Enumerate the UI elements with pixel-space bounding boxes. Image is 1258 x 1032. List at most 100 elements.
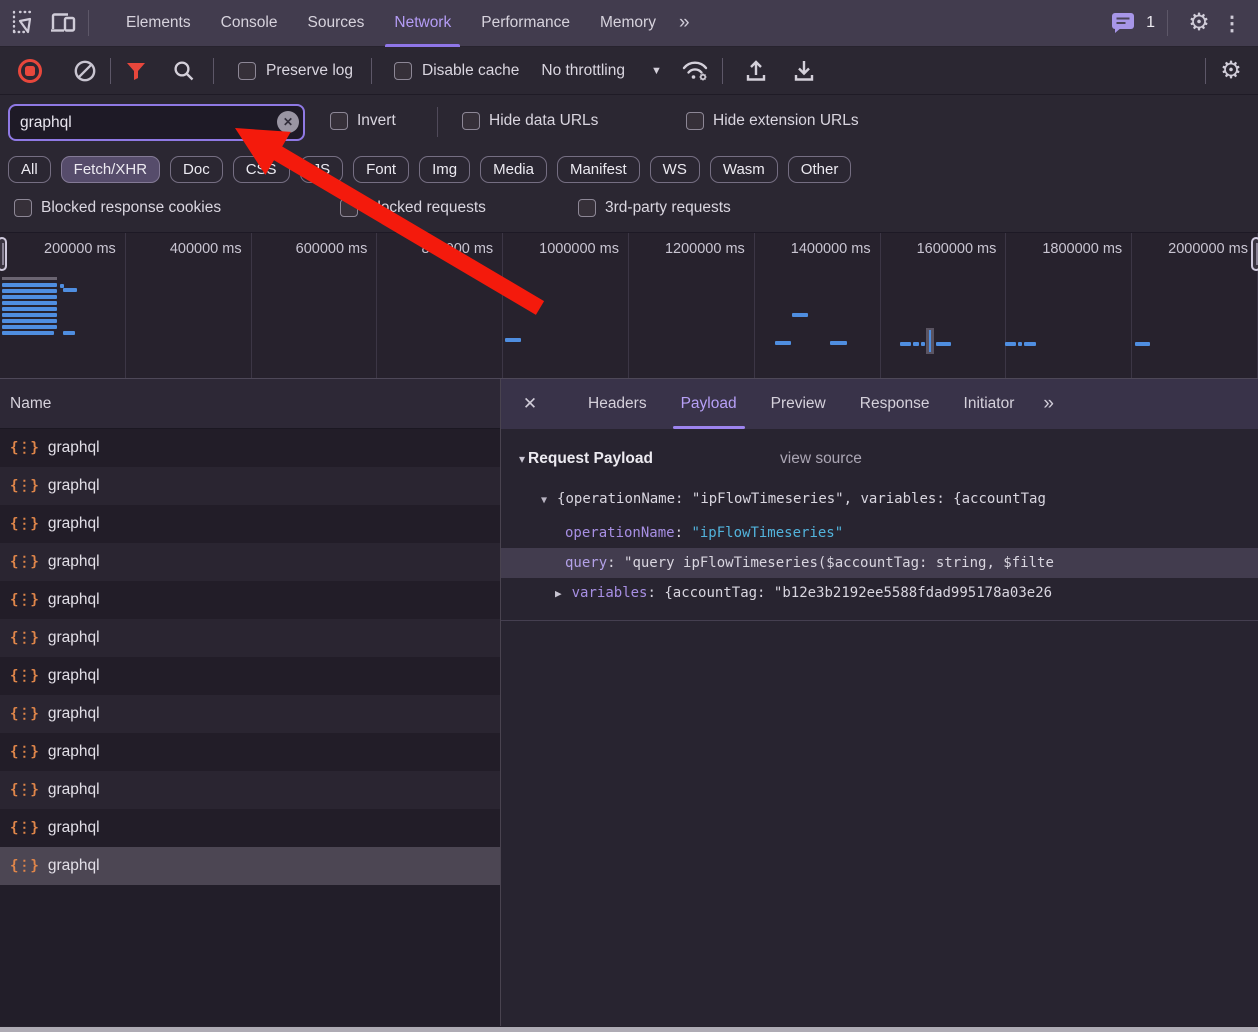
- main-tab[interactable]: Sources: [293, 0, 380, 47]
- divider: [722, 58, 723, 84]
- throttling-select[interactable]: No throttling: [541, 62, 625, 80]
- filter-row: ✕ Invert Hide data URLs Hide extension U…: [0, 95, 1258, 148]
- detail-tab[interactable]: Response: [860, 379, 930, 429]
- import-har-icon[interactable]: [787, 54, 821, 88]
- variables-line[interactable]: ▶variables: {accountTag: "b12e3b2192ee55…: [501, 579, 1258, 608]
- table-row[interactable]: {⋮} graphql: [0, 847, 500, 885]
- window-edge: [0, 1027, 1258, 1032]
- resource-chip[interactable]: Img: [419, 156, 470, 183]
- table-row[interactable]: {⋮} graphql: [0, 505, 500, 543]
- request-name: graphql: [48, 743, 100, 761]
- table-row[interactable]: {⋮} graphql: [0, 581, 500, 619]
- main-tab[interactable]: Network: [379, 0, 466, 47]
- request-name: graphql: [48, 629, 100, 647]
- payload-preview-line[interactable]: ▼{operationName: "ipFlowTimeseries", var…: [501, 485, 1258, 514]
- request-name: graphql: [48, 819, 100, 837]
- timeline-tick-label: 200000 ms: [0, 233, 126, 378]
- network-conditions-icon[interactable]: [678, 54, 712, 88]
- network-overview-timeline[interactable]: 200000 ms 400000 ms 600000 ms 800000 ms …: [0, 232, 1258, 379]
- resource-chip[interactable]: Media: [480, 156, 547, 183]
- detail-tab[interactable]: Preview: [771, 379, 826, 429]
- main-tab[interactable]: Memory: [585, 0, 671, 47]
- blocked-requests-checkbox[interactable]: [340, 199, 358, 217]
- close-icon[interactable]: ✕: [519, 394, 541, 414]
- resource-chip[interactable]: Fetch/XHR: [61, 156, 160, 183]
- settings-gear-icon[interactable]: ⚙: [1182, 6, 1216, 40]
- disable-cache-checkbox[interactable]: [394, 62, 412, 80]
- table-header[interactable]: Name: [0, 379, 500, 429]
- tree-expanded-icon[interactable]: ▼: [541, 495, 547, 506]
- main-tab-strip: Elements Console Sources Network Perform…: [111, 0, 671, 47]
- table-row[interactable]: {⋮} graphql: [0, 657, 500, 695]
- table-row[interactable]: {⋮} graphql: [0, 543, 500, 581]
- request-table-pane: Name {⋮} graphql {⋮} graphql {⋮} graphql: [0, 379, 501, 1026]
- hide-extension-urls-checkbox[interactable]: [686, 112, 704, 130]
- main-tab[interactable]: Elements: [111, 0, 206, 47]
- resource-chip[interactable]: Manifest: [557, 156, 640, 183]
- network-settings-gear-icon[interactable]: ⚙: [1214, 54, 1248, 88]
- resource-chip[interactable]: All: [8, 156, 51, 183]
- timeline-tick-label: 1800000 ms: [1006, 233, 1132, 378]
- resource-chip[interactable]: Font: [353, 156, 409, 183]
- section-expander-icon[interactable]: ▾: [519, 452, 525, 466]
- resource-chip[interactable]: JS: [300, 156, 344, 183]
- detail-tab[interactable]: Headers: [588, 379, 647, 429]
- third-party-checkbox[interactable]: [578, 199, 596, 217]
- resource-chip[interactable]: WS: [650, 156, 700, 183]
- blocked-cookies-checkbox[interactable]: [14, 199, 32, 217]
- more-detail-tabs-icon[interactable]: »: [1043, 393, 1052, 415]
- request-payload-section[interactable]: ▾Request Payload: [519, 445, 653, 473]
- timeline-tick-label: 1600000 ms: [881, 233, 1007, 378]
- json-request-icon: {⋮}: [10, 592, 38, 608]
- request-name: graphql: [48, 781, 100, 799]
- table-row[interactable]: {⋮} graphql: [0, 771, 500, 809]
- timeline-tick-label: 600000 ms: [252, 233, 378, 378]
- resource-chip[interactable]: CSS: [233, 156, 290, 183]
- main-tab[interactable]: Performance: [466, 0, 585, 47]
- table-row[interactable]: {⋮} graphql: [0, 467, 500, 505]
- name-column-header[interactable]: Name: [10, 395, 51, 413]
- view-source-link[interactable]: view source: [780, 445, 862, 473]
- filter-funnel-icon[interactable]: [119, 54, 153, 88]
- table-row[interactable]: {⋮} graphql: [0, 429, 500, 467]
- preserve-log-checkbox[interactable]: [238, 62, 256, 80]
- export-har-icon[interactable]: [739, 54, 773, 88]
- json-request-icon: {⋮}: [10, 554, 38, 570]
- table-row[interactable]: {⋮} graphql: [0, 733, 500, 771]
- record-network-log-icon[interactable]: [18, 59, 42, 83]
- waterfall-bar: [63, 331, 75, 335]
- request-payload-title: Request Payload: [528, 450, 653, 467]
- tree-collapsed-icon[interactable]: ▶: [555, 587, 562, 600]
- inspect-element-icon[interactable]: [6, 6, 40, 40]
- table-row[interactable]: {⋮} graphql: [0, 695, 500, 733]
- device-toolbar-icon[interactable]: [46, 6, 80, 40]
- search-icon[interactable]: [167, 54, 201, 88]
- waterfall-bar: [921, 342, 925, 346]
- kebab-menu-icon[interactable]: ⋮: [1216, 11, 1248, 36]
- request-name: graphql: [48, 591, 100, 609]
- detail-tab[interactable]: Payload: [681, 379, 737, 429]
- chevron-down-icon[interactable]: ▼: [651, 65, 662, 77]
- resource-chip[interactable]: Doc: [170, 156, 223, 183]
- resource-chip[interactable]: Wasm: [710, 156, 778, 183]
- hide-data-urls-checkbox[interactable]: [462, 112, 480, 130]
- main-tab[interactable]: Console: [206, 0, 293, 47]
- waterfall-bar: [900, 342, 911, 346]
- blocked-requests-option: Blocked requests: [340, 199, 486, 217]
- divider: [437, 107, 438, 137]
- timeline-tick-label: 1200000 ms: [629, 233, 755, 378]
- clear-network-log-icon[interactable]: [68, 54, 102, 88]
- invert-checkbox[interactable]: [330, 112, 348, 130]
- query-line[interactable]: query: "query ipFlowTimeseries($accountT…: [501, 548, 1258, 578]
- waterfall-bar: [2, 289, 57, 293]
- detail-tab[interactable]: Initiator: [964, 379, 1015, 429]
- filter-input[interactable]: [8, 104, 305, 141]
- overview-left-handle[interactable]: [0, 237, 7, 271]
- issues-message-icon[interactable]: [1106, 6, 1140, 40]
- table-row[interactable]: {⋮} graphql: [0, 809, 500, 847]
- resource-chip[interactable]: Other: [788, 156, 852, 183]
- clear-filter-icon[interactable]: ✕: [277, 111, 299, 133]
- table-row[interactable]: {⋮} graphql: [0, 619, 500, 657]
- more-panels-icon[interactable]: »: [671, 12, 696, 34]
- overview-right-handle[interactable]: [1251, 237, 1258, 271]
